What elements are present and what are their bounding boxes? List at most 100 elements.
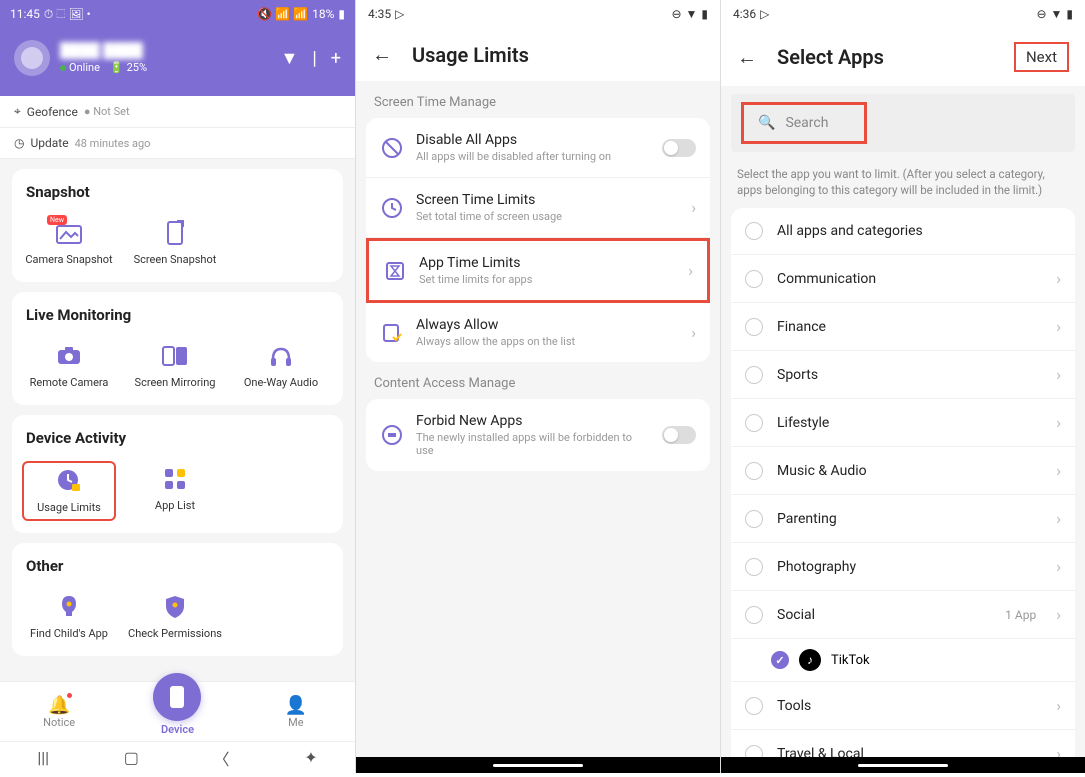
search-icon: 🔍 [758,115,775,131]
row-sub: Set time limits for apps [419,273,676,286]
check-list-icon [380,321,404,345]
radio-icon[interactable] [745,414,763,432]
helper-text: Select the app you want to limit. (After… [721,160,1085,208]
category-lifestyle[interactable]: Lifestyle › [731,399,1075,447]
dropdown-icon[interactable]: ▼ [281,48,299,69]
category-music[interactable]: Music & Audio › [731,447,1075,495]
radio-icon[interactable] [745,510,763,528]
device-activity-section: Device Activity Usage Limits App List [12,415,343,532]
nav-notice[interactable]: 🔔 Notice [0,682,118,741]
nav-label: Me [288,716,303,729]
section-title: Device Activity [22,429,333,447]
radio-icon[interactable] [745,318,763,336]
accessibility-icon[interactable]: ✦ [304,748,317,767]
screen-time-card: Disable All Apps All apps will be disabl… [366,118,710,362]
icon-label: Usage Limits [37,501,101,514]
profile-header: ████ ████ Online 🔋25% ▼ | + [0,28,355,96]
radio-icon[interactable] [745,697,763,715]
category-tools[interactable]: Tools › [731,682,1075,730]
next-button[interactable]: Next [1014,42,1069,72]
cat-label: Social [777,607,991,623]
screen-time-limits-row[interactable]: Screen Time Limits Set total time of scr… [366,178,710,238]
usage-limits-button[interactable]: Usage Limits [22,461,116,520]
device-battery: 25% [127,61,147,74]
search-input[interactable]: 🔍 Search [744,105,864,141]
toggle-switch[interactable] [662,139,696,157]
page-header: ← Usage Limits [356,28,720,81]
cat-label: Music & Audio [777,463,1042,479]
snapshot-section: Snapshot New Camera Snapshot Screen Snap… [12,169,343,282]
back-button[interactable]: ← [372,42,392,67]
nav-me[interactable]: 👤 Me [237,682,355,741]
disable-all-apps-row[interactable]: Disable All Apps All apps will be disabl… [366,118,710,178]
find-childs-app-button[interactable]: Find Child's App [22,589,116,644]
bell-icon: 🔔 [48,695,70,716]
home-icon[interactable]: ▢ [124,748,139,767]
online-status: Online [69,61,100,74]
status-bar: 11:45 ⏱ ⬚ 🖼 • 🔇 📶 📶 18% ▮ [0,0,355,28]
clock-icon: ◷ [14,136,24,150]
category-all[interactable]: All apps and categories [731,208,1075,255]
recents-icon[interactable]: ||| [37,748,49,767]
category-finance[interactable]: Finance › [731,303,1075,351]
app-list-button[interactable]: App List [128,461,222,520]
icon-label: App List [155,499,195,512]
wifi-icon: ▼ [686,7,698,21]
icon-label: Find Child's App [30,627,108,640]
radio-icon[interactable] [745,222,763,240]
avatar[interactable] [14,40,50,76]
icon-label: Screen Snapshot [134,253,217,266]
screen-icon [161,219,189,247]
row-title: Forbid New Apps [416,413,650,429]
remote-camera-button[interactable]: Remote Camera [22,338,116,393]
category-parenting[interactable]: Parenting › [731,495,1075,543]
radio-icon[interactable] [745,366,763,384]
chevron-right-icon: › [1056,696,1061,715]
camera-snapshot-button[interactable]: New Camera Snapshot [22,215,116,270]
radio-checked-icon[interactable] [771,651,789,669]
cat-count: 1 App [1005,608,1036,622]
one-way-audio-button[interactable]: One-Way Audio [234,338,328,393]
category-photography[interactable]: Photography › [731,543,1075,591]
radio-icon[interactable] [745,270,763,288]
always-allow-row[interactable]: Always Allow Always allow the apps on th… [366,303,710,362]
page-title: Select Apps [777,45,994,69]
nav-device[interactable]: Device [118,682,236,741]
screen-mirroring-button[interactable]: Screen Mirroring [128,338,222,393]
online-dot-icon [60,65,66,71]
radio-icon[interactable] [745,606,763,624]
category-social[interactable]: Social 1 App › [731,591,1075,639]
clock-icon [380,196,404,220]
status-bar: 4:36 ▷ ⊖ ▼ ▮ [721,0,1085,28]
row-sub: The newly installed apps will be forbidd… [416,431,650,457]
app-tiktok-row[interactable]: ♪ TikTok [731,639,1075,682]
back-icon[interactable]: 〈 [214,746,230,770]
geofence-row[interactable]: ⌖ Geofence ● Not Set [0,96,355,128]
check-permissions-button[interactable]: Check Permissions [128,589,222,644]
search-placeholder: Search [785,115,828,131]
app-time-limits-row[interactable]: App Time Limits Set time limits for apps… [366,238,710,303]
geofence-label: Geofence [27,105,78,119]
back-button[interactable]: ← [737,45,757,70]
add-icon[interactable]: + [331,48,341,69]
battery-icon: 🔋 [110,61,124,74]
status-time: 11:45 [10,7,40,21]
screen-snapshot-button[interactable]: Screen Snapshot [128,215,222,270]
category-communication[interactable]: Communication › [731,255,1075,303]
radio-icon[interactable] [745,558,763,576]
forbid-new-apps-row[interactable]: Forbid New Apps The newly installed apps… [366,399,710,471]
radio-icon[interactable] [745,462,763,480]
chevron-right-icon: › [1056,509,1061,528]
category-sports[interactable]: Sports › [731,351,1075,399]
chevron-right-icon: › [1056,365,1061,384]
headphones-icon [267,342,295,370]
cat-label: Photography [777,559,1042,575]
home-indicator-bar [721,757,1085,773]
section-label: Screen Time Manage [356,81,720,118]
lightbulb-icon [55,593,83,621]
icon-label: Screen Mirroring [135,376,216,389]
update-row[interactable]: ◷ Update 48 minutes ago [0,128,355,159]
toggle-switch[interactable] [662,426,696,444]
status-battery: 18% [312,7,334,21]
phone-3-select-apps: 4:36 ▷ ⊖ ▼ ▮ ← Select Apps Next 🔍 Search… [720,0,1085,773]
